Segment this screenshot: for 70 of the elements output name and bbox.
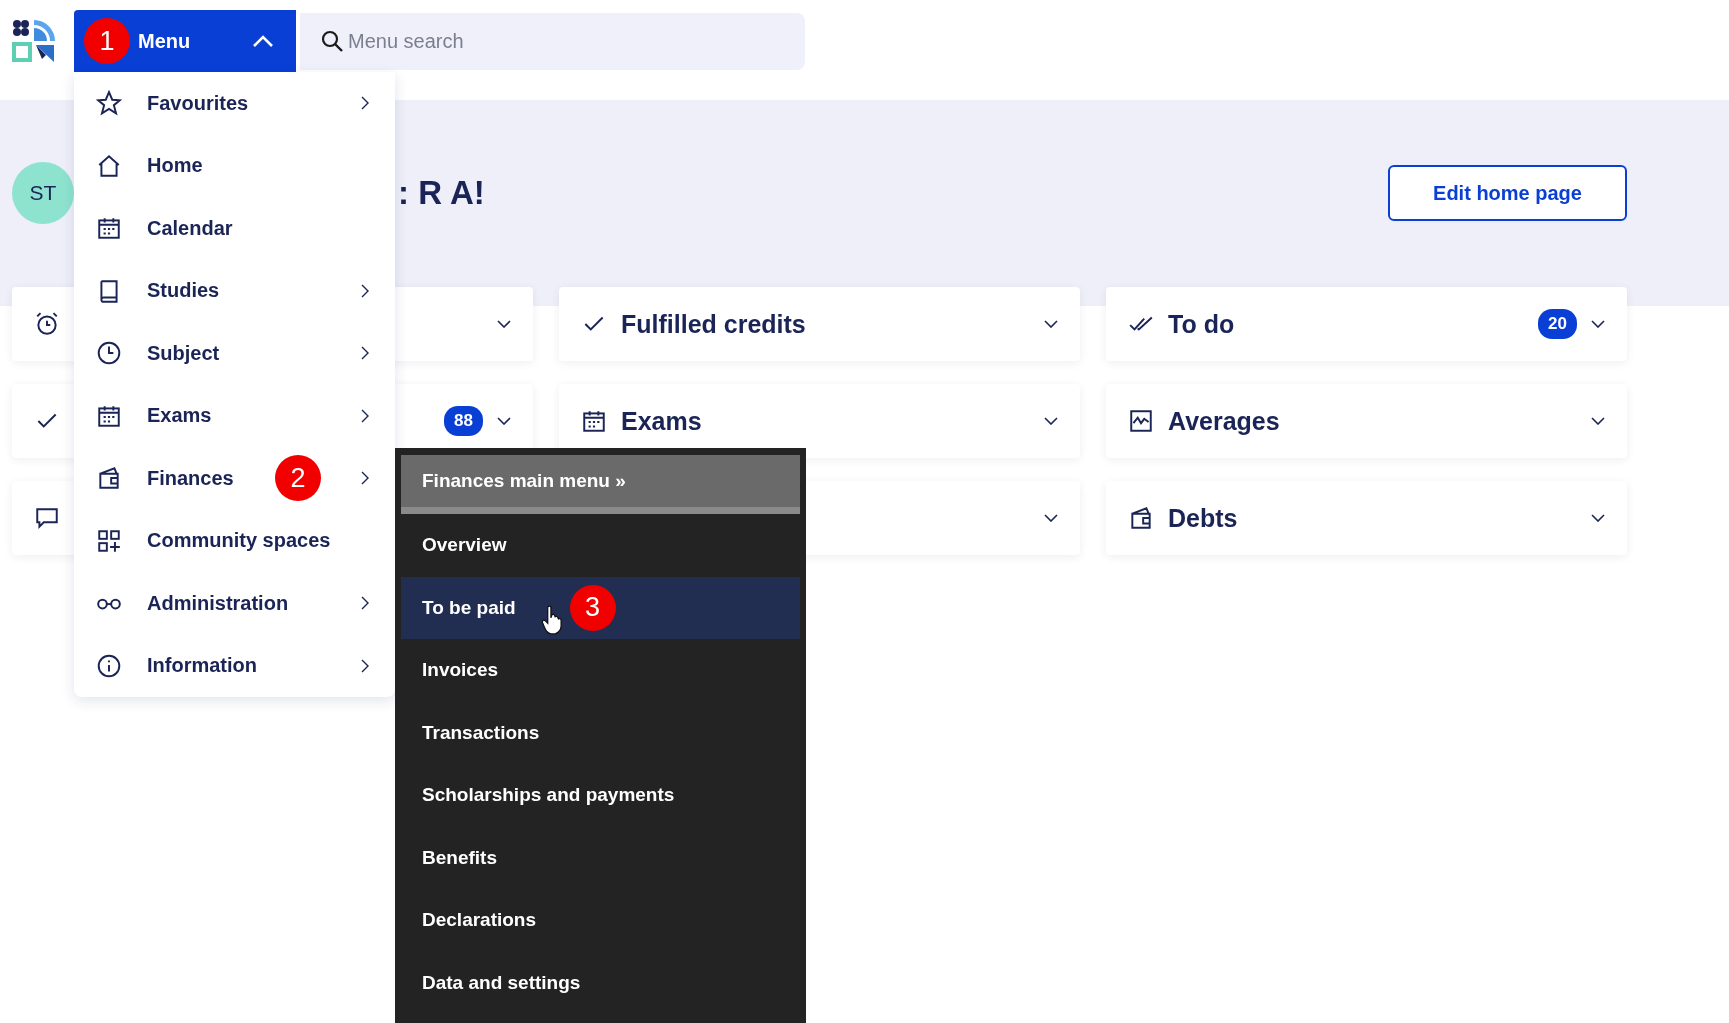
card-title: Exams: [621, 406, 702, 436]
submenu-item[interactable]: Invoices: [401, 639, 800, 702]
menu-item[interactable]: Home: [74, 134, 395, 197]
menu-item[interactable]: Exams: [74, 384, 395, 447]
card-title: Debts: [1168, 503, 1238, 533]
step-marker: 3: [569, 584, 616, 631]
menu-item[interactable]: Information: [74, 634, 395, 697]
widget-card[interactable]: Debts: [1106, 481, 1627, 555]
wallet-icon: [1128, 505, 1154, 531]
user-avatar: ST: [12, 162, 74, 224]
card-title: Fulfilled credits: [621, 309, 806, 339]
chevron-right-icon: [361, 283, 369, 298]
widget-card[interactable]: To do 20: [1106, 287, 1627, 361]
wallet-icon: [96, 465, 122, 492]
calendar-icon: [96, 215, 122, 242]
widget-card[interactable]: Exams: [559, 384, 1080, 458]
chevron-right-icon: [361, 658, 369, 673]
menu-item[interactable]: Studies: [74, 259, 395, 322]
chevron-down-icon[interactable]: [497, 320, 511, 328]
menu-item[interactable]: Favourites: [74, 72, 395, 135]
chevron-down-icon[interactable]: [1591, 417, 1605, 425]
alarm-clock-icon: [34, 311, 60, 337]
submenu-item[interactable]: Benefits: [401, 826, 800, 889]
menu-item[interactable]: Subject: [74, 322, 395, 385]
menu-item[interactable]: Finances 2: [74, 447, 395, 510]
edit-home-button[interactable]: Edit home page: [1388, 165, 1627, 221]
info-icon: [96, 652, 122, 679]
submenu-item[interactable]: Declarations: [401, 889, 800, 952]
chevron-right-icon: [361, 471, 369, 486]
count-badge: 88: [444, 406, 483, 436]
grid-plus-icon: [96, 527, 122, 554]
calendar-icon: [581, 408, 607, 434]
submenu-item[interactable]: To be paid 3: [401, 576, 800, 639]
chevron-down-icon[interactable]: [1044, 417, 1058, 425]
app-logo[interactable]: [12, 19, 56, 63]
widget-card[interactable]: Averages: [1106, 384, 1627, 458]
chevron-down-icon[interactable]: [1591, 514, 1605, 522]
step-marker: 1: [84, 18, 130, 64]
speech-bubble-icon: [34, 505, 60, 531]
menu-item[interactable]: Administration: [74, 572, 395, 635]
chevron-right-icon: [361, 596, 369, 611]
widget-card[interactable]: Fulfilled credits: [559, 287, 1080, 361]
step-marker: 2: [275, 455, 321, 502]
clock-icon: [96, 340, 122, 367]
search-field[interactable]: Menu search: [300, 13, 805, 70]
home-icon: [96, 152, 122, 179]
chevron-right-icon: [361, 96, 369, 111]
caret-up-icon: [252, 34, 274, 48]
menu-item[interactable]: Calendar: [74, 197, 395, 260]
submenu-item[interactable]: Transactions: [401, 701, 800, 764]
submenu-item[interactable]: Data and settings: [401, 951, 800, 1014]
submenu-item[interactable]: Scholarships and payments: [401, 764, 800, 827]
menu-item[interactable]: Community spaces: [74, 509, 395, 572]
card-title: Averages: [1168, 406, 1280, 436]
chevron-down-icon[interactable]: [1044, 514, 1058, 522]
chevron-right-icon: [361, 346, 369, 361]
chevron-down-icon[interactable]: [497, 417, 511, 425]
chevron-right-icon: [361, 408, 369, 423]
greeting-heading: : R A!: [398, 174, 485, 212]
chart-icon: [1128, 408, 1154, 434]
menu-button[interactable]: 1 Menu: [74, 10, 296, 72]
hand-cursor-icon: [541, 604, 563, 635]
card-title: To do: [1168, 309, 1235, 339]
submenu-item[interactable]: Overview: [401, 514, 800, 577]
search-icon: [320, 29, 344, 53]
chevron-down-icon[interactable]: [1591, 320, 1605, 328]
star-icon: [96, 90, 122, 117]
submenu-header[interactable]: Finances main menu »: [401, 455, 800, 514]
chevron-down-icon[interactable]: [1044, 320, 1058, 328]
count-badge: 20: [1538, 309, 1577, 339]
